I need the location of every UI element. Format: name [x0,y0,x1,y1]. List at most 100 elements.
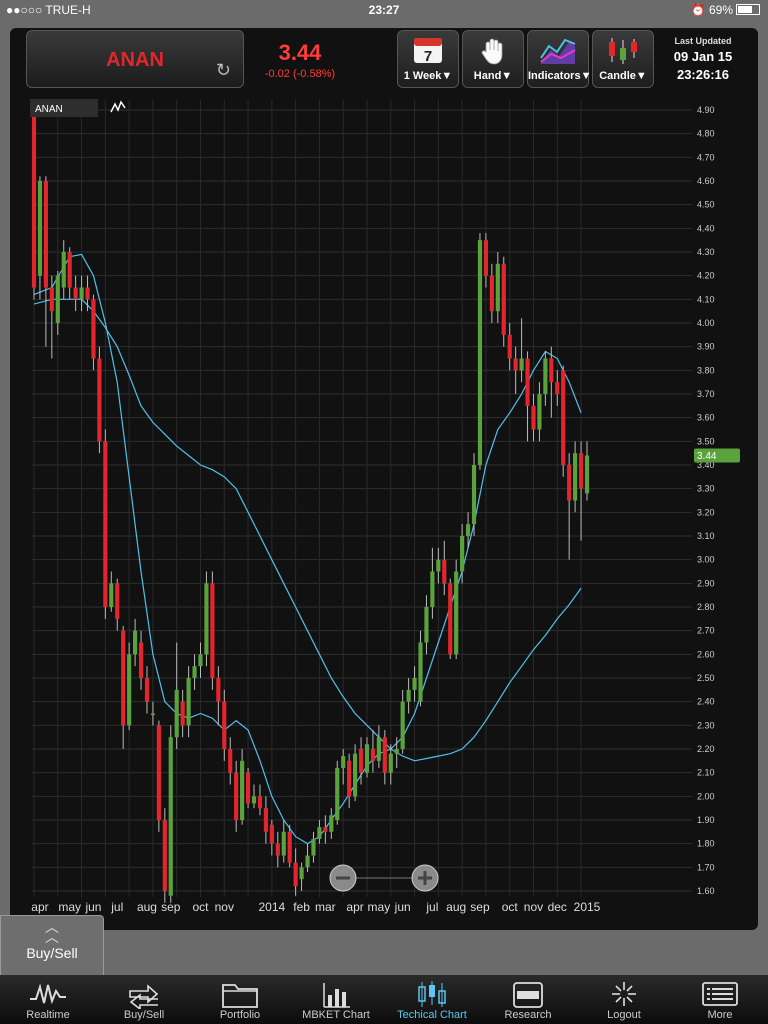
candle [471,453,477,536]
candle [192,654,197,690]
candle-body [555,382,560,394]
candle-body [67,252,72,288]
x-tick-label: oct [192,900,209,914]
candle-body [293,862,298,887]
y-tick-label: 4.30 [697,247,715,257]
candle [67,247,72,300]
tab-technical-chart[interactable]: Techical Chart [384,975,480,1024]
candle-body [406,689,411,702]
y-tick-label: 4.00 [697,318,715,328]
candle-body [79,287,84,300]
candle [186,666,191,738]
candle [341,749,346,785]
candle-body [364,744,370,773]
x-tick-label: nov [215,900,234,914]
candle-body [109,583,114,607]
candle [573,441,578,513]
candle [382,730,387,785]
candle [424,595,429,655]
buy-sell-label: Buy/Sell [26,945,78,961]
candle-body [507,334,512,359]
candle-body [465,524,471,536]
tab-portfolio[interactable]: Portfolio [192,975,288,1024]
candle [263,796,268,844]
y-tick-label: 4.60 [697,176,715,186]
candle [448,578,453,660]
candle [180,689,185,738]
tab-more[interactable]: More [672,975,768,1024]
x-tick-label: sep [161,900,181,914]
y-tick-label: 2.40 [697,697,715,707]
tab-logout[interactable]: Logout [576,975,672,1024]
candle-body [578,453,584,489]
tab-label: Techical Chart [397,1009,467,1021]
candle [168,725,173,903]
candle-body [61,252,66,288]
candle-body [537,394,542,430]
zoom-control [329,864,439,892]
candle-body [584,455,590,494]
candle-body [228,749,233,773]
candle-body [573,453,578,501]
candle [127,642,132,731]
candlestick-icon [384,979,480,1009]
candle [251,784,257,809]
candle-body [275,843,280,856]
price-chart[interactable]: 4.90 4.80 4.70 4.60 4.50 4.40 4.30 4.20 4.10 4.00… [0,0,768,930]
candle-body [323,827,328,832]
candle [109,571,114,612]
folder-icon [192,979,288,1009]
buy-sell-drawer-button[interactable]: ︿ ︿ Buy/Sell [0,915,104,977]
y-tick-label: 4.40 [697,223,715,233]
candle-body [543,358,548,394]
x-tick-label: jun [394,900,411,914]
tab-realtime[interactable]: Realtime [0,975,96,1024]
candle-body [133,630,138,655]
candle-body [370,749,376,761]
candle-body [299,867,304,880]
candle-body [121,630,126,726]
x-tick-label: 2014 [258,900,285,914]
candle-body [341,756,346,768]
y-tick-label: 3.50 [697,436,715,446]
y-tick-label: 4.90 [697,105,715,115]
candle [115,578,120,631]
candle [406,678,411,714]
x-tick-label: nov [524,900,543,914]
x-tick-label: oct [502,900,519,914]
y-tick-label: 2.90 [697,578,715,588]
candle [519,318,524,383]
y-tick-label: 4.50 [697,200,715,210]
candle-body [240,760,245,820]
candle [174,642,179,749]
candle-body [222,701,227,749]
candle-body [55,275,60,323]
candle-body [37,181,43,276]
tab-mbket-chart[interactable]: MBKET Chart [288,975,384,1024]
candle [584,441,590,501]
tab-buy-sell[interactable]: Buy/Sell [96,975,192,1024]
candle-body [305,855,310,868]
candle [55,270,60,335]
x-tick-label: apr [346,900,363,914]
candle [400,689,405,754]
y-tick-label: 2.00 [697,791,715,801]
zoom-in-button[interactable] [411,864,439,892]
candle-body [43,181,48,288]
candle [501,256,506,347]
zoom-out-button[interactable] [329,864,357,892]
candle [275,831,280,868]
y-tick-label: 1.70 [697,862,715,872]
candle-body [204,583,209,655]
candle-body [198,654,203,667]
tab-research[interactable]: Research [480,975,576,1024]
logout-burst-icon [576,979,672,1009]
candle [531,394,536,442]
candle [567,453,572,560]
candle [103,429,108,619]
candle-body [335,767,340,820]
candle [162,808,167,903]
candle [418,630,423,707]
candle [269,820,274,856]
candle [555,370,560,406]
